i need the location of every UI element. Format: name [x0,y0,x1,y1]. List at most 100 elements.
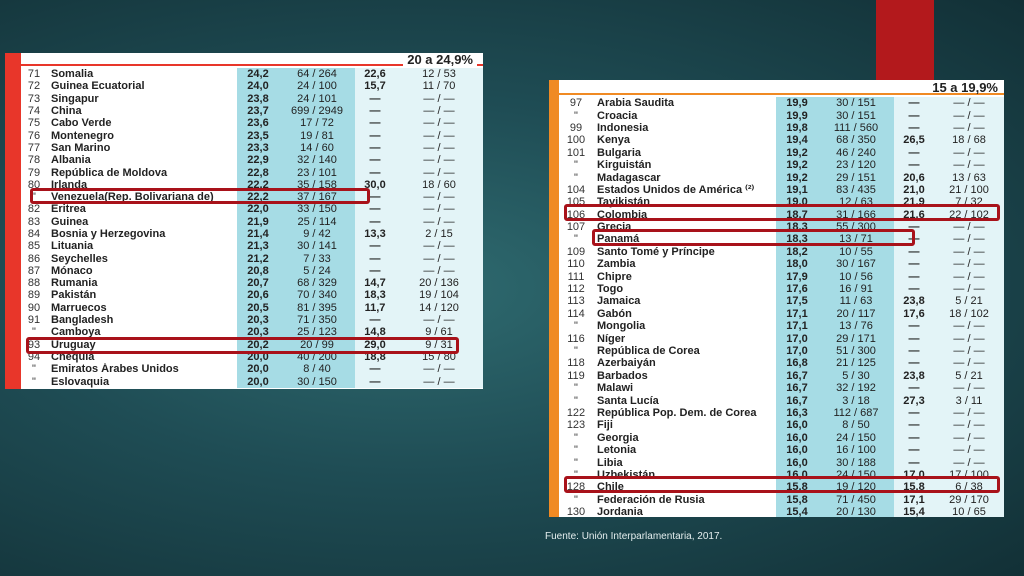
pct-cell: 16,3 [776,406,818,420]
country-cell: Marruecos [51,301,107,314]
pct-cell: 21,4 [237,227,279,241]
rank-cell: 84 [27,228,41,240]
seats2-cell: — / — [934,97,1004,110]
rank-cell: " [574,493,578,506]
seats2-cell: — / — [934,406,1004,420]
pct-cell: 19,2 [776,158,818,172]
seats2-cell: — / — [395,154,483,167]
seats-cell: 19 / 81 [279,129,355,142]
country-cell: Somalia [51,68,94,81]
rank-cell: 90 [27,301,41,314]
seats-cell: 29 / 151 [818,171,894,184]
seats2-cell: — / — [934,233,1004,246]
country-cell: Jordania [597,506,643,517]
seats-cell: 64 / 264 [279,68,355,81]
country-cell: Montenegro [51,129,114,142]
seats-cell: 17 / 72 [279,117,355,130]
seats2-cell: — / — [934,357,1004,370]
pct-cell: 22,9 [237,154,279,167]
country-cell: Eritrea [51,203,86,216]
pct-cell: 20,5 [237,301,279,314]
seats-cell: 32 / 140 [279,154,355,167]
pct-cell: 21,9 [237,215,279,228]
left-table-row: 73 Singapur 23,8 24 / 101— — / — [21,92,483,105]
left-table-row: 71 Somalia 24,2 64 / 264 22,6 12 / 53 [21,68,483,81]
country-cell: Mónaco [51,264,93,277]
rank-cell: " [574,345,578,357]
right-table-row: 114 Gabón 17,1 20 / 117 17,6 18 / 102 [559,307,1004,321]
pct2-cell: — [894,431,934,444]
seats2-cell: 18 / 102 [934,307,1004,321]
seats2-cell: — / — [395,166,483,179]
rank-cell: 79 [27,166,41,179]
rank-cell: 110 [567,258,585,271]
rank-cell: " [574,444,578,457]
rank-cell: 76 [27,129,41,142]
pct2-cell: — [894,381,934,395]
pct2-cell: — [894,97,934,110]
rank-cell: 89 [27,289,41,302]
pct2-cell: — [355,154,395,167]
pct-cell: 16,7 [776,369,818,382]
seats2-cell: — / — [395,240,483,253]
country-cell: Fiji [597,419,613,432]
seats-cell: 33 / 150 [279,203,355,216]
left-table-row: 79 República de Moldova 22,8 23 / 101— — / — [21,166,483,179]
seats2-cell: 12 / 53 [395,68,483,81]
country-cell: Cabo Verde [51,117,112,130]
seats2-cell: 5 / 21 [934,295,1004,308]
highlight-colombia [564,204,1000,221]
rank-cell: 78 [27,154,41,167]
left-header-label: 20 a 24,9% [403,53,477,67]
seats-cell: 83 / 435 [818,183,894,197]
right-table-panel: 15 a 19,9% 97 Arabia Saudita 19,9 30 / 151—… [549,80,1004,517]
red-accent-tab [876,0,934,82]
rank-cell: 104 [566,183,586,196]
country-cell: Federación de Rusia [597,493,705,506]
seats-cell: 24 / 150 [818,431,894,444]
seats-cell: 25 / 114 [279,215,355,228]
pct-cell: 17,0 [776,344,818,358]
country-cell: República de Moldova [51,166,168,179]
rank-cell: 122 [566,406,586,419]
seats2-cell: — / — [934,270,1004,283]
country-cell: Pakistán [51,289,97,302]
seats2-cell: — / — [934,220,1004,234]
pct-cell: 21,3 [237,240,279,253]
pct2-cell: — [355,166,395,179]
pct2-cell: — [355,203,395,216]
pct2-cell: — [894,320,934,333]
country-cell: República de Corea [597,345,700,357]
pct-cell: 20,3 [237,313,279,327]
country-cell: Santo Tomé y Príncipe [597,245,715,258]
rank-cell: 112 [567,283,585,296]
left-table-row: 83 Guinea 21,9 25 / 114— — / — [21,215,483,228]
highlight-venezuela [30,188,370,204]
seats2-cell: — / — [934,258,1004,271]
country-cell: Chipre [597,270,632,283]
seats-cell: 14 / 60 [279,141,355,155]
seats-cell: 5 / 24 [279,264,355,278]
pct-cell: 16,0 [776,443,818,457]
pct2-cell: 18,3 [355,289,395,302]
rank-cell: 77 [27,141,41,154]
seats-cell: 699 / 2949 [279,104,355,118]
seats2-cell: — / — [934,146,1004,159]
rank-cell: 123 [566,419,586,432]
pct2-cell: — [894,245,934,259]
seats-cell: 16 / 100 [818,443,894,457]
rank-cell: 97 [569,97,583,110]
country-cell: Croacia [597,109,638,122]
pct-cell: 22,0 [237,203,279,216]
country-cell: Azerbaiyán [597,357,656,370]
pct2-cell: — [894,344,934,358]
rank-cell: 109 [566,245,586,258]
pct2-cell: — [355,129,395,142]
right-table-row: 100 Kenya 19,4 68 / 350 26,5 18 / 68 [559,134,1004,147]
left-table-row: 90 Marruecos 20,5 81 / 395 11,7 14 / 120 [21,301,483,314]
pct2-cell: — [355,264,395,278]
right-table-header: 15 a 19,9% [559,80,1004,95]
pct2-cell: 17,6 [894,307,934,321]
seats2-cell: 2 / 15 [395,227,483,241]
rank-cell: 118 [567,357,585,370]
